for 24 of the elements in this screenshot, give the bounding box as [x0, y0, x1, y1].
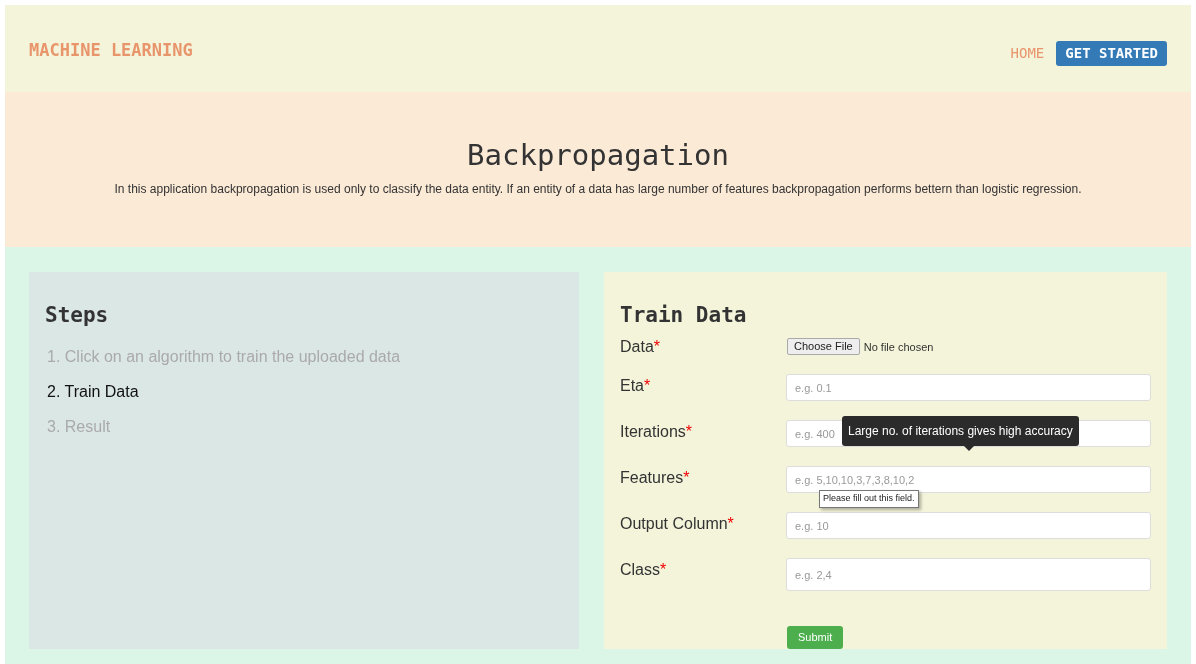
field-label: Data* — [620, 337, 662, 358]
field-label: Class* — [620, 560, 668, 581]
input-field[interactable]: e.g. 5,10,10,3,7,3,8,10,2 — [786, 466, 1151, 494]
input-field[interactable]: e.g. 2,4 — [786, 558, 1151, 592]
field-label: Output Column* — [620, 514, 735, 535]
field-label: Iterations* — [620, 422, 694, 443]
input-field[interactable]: e.g. 10 — [786, 512, 1151, 540]
nav-link[interactable]: HOME — [1010, 43, 1045, 64]
steps-heading: Steps — [45, 301, 110, 329]
validation-popup: Please fill out this field. — [819, 490, 919, 508]
input-field[interactable]: e.g. 0.1 — [786, 374, 1151, 402]
file-status: No file chosen — [863, 339, 934, 355]
step-item: 1. Click on an algorithm to train the uploaded data — [47, 347, 402, 368]
step-item: 3. Result — [47, 417, 112, 438]
field-label: Features* — [620, 468, 691, 489]
form-heading: Train Data — [620, 301, 748, 329]
nav-button[interactable]: GET STARTED — [1056, 41, 1167, 66]
brand-logo[interactable]: MACHINE LEARNING — [29, 38, 193, 64]
choose-file-button[interactable]: Choose File — [787, 338, 860, 356]
step-item: 2. Train Data — [47, 382, 140, 403]
description: In this application backpropagation is used only to classify the data entity. If an entity of a data has large number of features backpropagation performs bettern than logistic regression. — [114, 180, 1082, 198]
page-title: Backpropagation — [467, 137, 729, 174]
field-label: Eta* — [620, 376, 652, 397]
submit-button[interactable]: Submit — [787, 626, 844, 649]
